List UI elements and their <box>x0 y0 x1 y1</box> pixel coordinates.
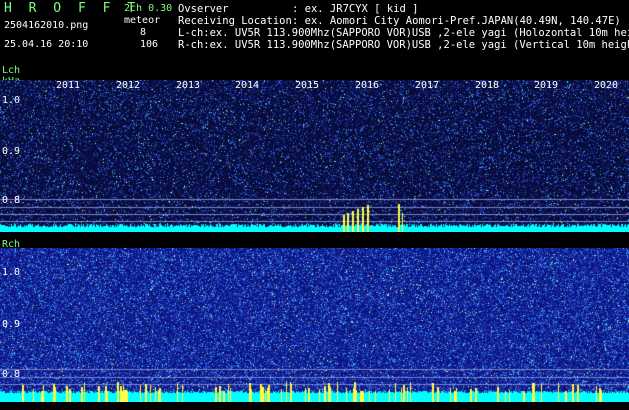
year-tick-2018: 2018 <box>475 80 500 91</box>
meteor-count-lch: 8 <box>140 27 147 38</box>
year-tick-2020: 2020 <box>594 80 619 91</box>
year-tick-2019: 2019 <box>534 80 559 91</box>
lch-ytick-3: 0.8 <box>2 195 21 206</box>
rch-ytick-3: 0.8 <box>2 369 21 380</box>
lch-spectrogram <box>0 80 629 232</box>
year-tick-2011: 2011 <box>56 80 81 91</box>
year-tick-2013: 2013 <box>176 80 201 91</box>
meteor-label: meteor <box>124 15 161 26</box>
year-tick-2014: 2014 <box>235 80 260 91</box>
lch-ytick-1: 1.0 <box>2 95 21 106</box>
location-label: Receiving Location <box>178 15 292 27</box>
rch-spectrogram <box>0 248 629 402</box>
channel-mode: 2ch 0.30 <box>124 3 173 14</box>
lch-receiver-info: L-ch:ex. UV5R 113.900Mhz(SAPPORO VOR)USB… <box>178 27 629 39</box>
datetime-label: 25.04.16 20:10 <box>4 39 89 50</box>
rch-ytick-2: 0.9 <box>2 319 21 330</box>
year-tick-2016: 2016 <box>355 80 380 91</box>
rch-receiver-info: R-ch:ex. UV5R 113.900Mhz(SAPPORO VOR)USB… <box>178 39 629 51</box>
observer-label: Ovserver <box>178 3 229 15</box>
location-value: : ex. Aomori City Aomori-Pref.JAPAN(40.4… <box>292 15 621 27</box>
rch-ytick-1: 1.0 <box>2 267 21 278</box>
lch-ytick-2: 0.9 <box>2 146 21 157</box>
meteor-count-rch: 106 <box>140 39 159 50</box>
year-tick-2012: 2012 <box>116 80 141 91</box>
year-tick-2017: 2017 <box>415 80 440 91</box>
filename-label: 2504162010.png <box>4 20 89 31</box>
rch-label: Rch <box>2 239 21 250</box>
year-tick-2015: 2015 <box>295 80 320 91</box>
observer-value: : ex. JR7CYX [ kid ] <box>292 3 419 15</box>
app-title: H R O F F T <box>4 1 136 16</box>
lch-label: Lch <box>2 65 21 76</box>
